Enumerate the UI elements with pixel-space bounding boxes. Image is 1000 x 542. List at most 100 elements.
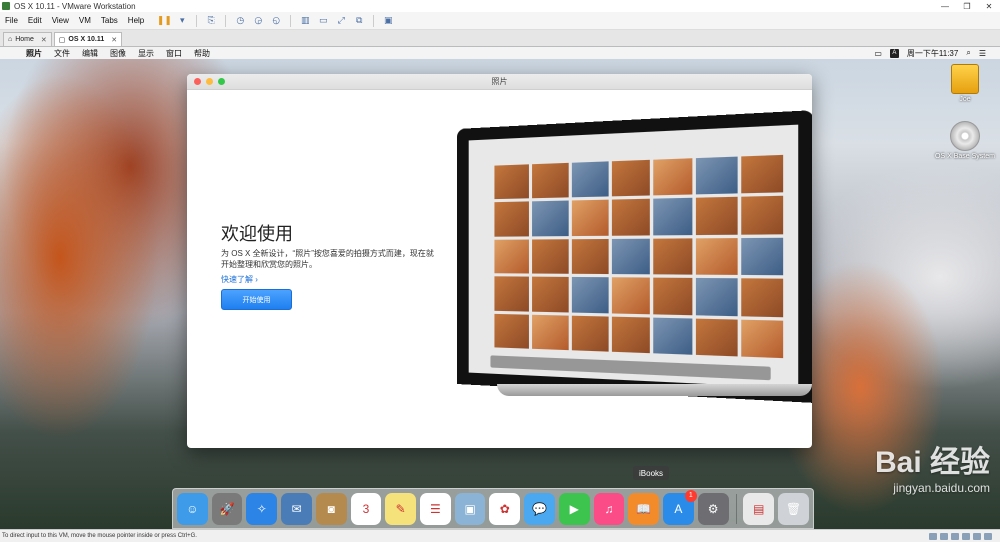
- toolbar-divider: [373, 14, 375, 27]
- desktop-icon-label: OS X Base System: [935, 153, 995, 160]
- mail-icon[interactable]: ✉: [281, 492, 312, 525]
- menubar-extras: ▭ A 周一下午11:37 ⌕ ☰: [874, 48, 1000, 59]
- snapshot-icon[interactable]: ◷: [233, 15, 247, 27]
- menu-photos[interactable]: 照片: [20, 48, 48, 59]
- macbook-screen: [457, 110, 812, 403]
- maximize-button[interactable]: ❐: [956, 2, 978, 11]
- launchpad-icon[interactable]: 🚀: [211, 492, 243, 525]
- photos-window-title: 照片: [491, 77, 508, 86]
- desktop-icon-base-system[interactable]: OS X Base System: [933, 121, 997, 160]
- app-store-icon[interactable]: A1: [663, 489, 697, 525]
- menu-image[interactable]: 图像: [104, 48, 132, 59]
- hard-drive-icon: [951, 64, 979, 94]
- dock-separator: [735, 493, 737, 524]
- menu-view[interactable]: View: [47, 16, 74, 25]
- revert-snapshot-icon[interactable]: ◶: [251, 15, 265, 27]
- menu-file[interactable]: File: [0, 16, 23, 25]
- notes-icon[interactable]: ✎: [385, 492, 417, 525]
- vm-icon: ▢: [58, 36, 66, 44]
- library-icon[interactable]: ▥: [298, 15, 312, 27]
- device-status-icons: [929, 532, 1000, 540]
- spotlight-icon[interactable]: ⌕: [966, 48, 970, 58]
- facetime-icon[interactable]: ▶: [558, 492, 590, 525]
- minimize-button[interactable]: —: [934, 2, 956, 11]
- photos-icon[interactable]: ✿: [489, 492, 521, 525]
- reminders-icon[interactable]: ☰: [420, 492, 451, 525]
- cd-icon: [950, 121, 980, 151]
- sound-status-icon[interactable]: [973, 532, 981, 540]
- system-preferences-icon[interactable]: ⚙: [697, 492, 729, 525]
- vmware-app-icon: [2, 2, 10, 10]
- display-mirroring-icon[interactable]: ▭: [874, 49, 882, 58]
- input-method-icon[interactable]: A: [889, 48, 899, 58]
- unity-icon[interactable]: ⧉: [352, 15, 366, 27]
- macbook-base: [497, 384, 812, 396]
- menu-view[interactable]: 显示: [132, 48, 160, 59]
- macbook-illustration: [457, 110, 812, 404]
- vmware-menubar: File Edit View VM Tabs Help ❚❚ ▾ ⎘ ◷ ◶ ◵…: [0, 12, 1000, 30]
- fullscreen-icon[interactable]: ⤢: [334, 15, 348, 27]
- photos-window: 照片 欢迎使用 为 OS X 全新设计，“照片”按您喜爱的拍摄方式而建，现在就开…: [187, 74, 812, 448]
- thumbnail-bar-icon[interactable]: ▣: [381, 15, 395, 27]
- hard-disk-status-icon[interactable]: [929, 532, 937, 540]
- baidu-logo: Bai 经验: [874, 446, 990, 479]
- learn-more-link[interactable]: 快速了解 ›: [221, 274, 258, 285]
- tab-home[interactable]: ⌂ Home ✕: [3, 32, 52, 46]
- ibooks-icon[interactable]: 📖: [628, 492, 660, 525]
- dock-tooltip: iBooks: [633, 466, 670, 480]
- baidu-watermark: Bai 经验 jingyan.baidu.com: [750, 437, 990, 495]
- menu-window[interactable]: 窗口: [160, 48, 188, 59]
- close-button[interactable]: ✕: [978, 2, 1000, 11]
- home-icon: ⌂: [8, 36, 13, 43]
- snapshot-manager-icon[interactable]: ◵: [269, 15, 283, 27]
- finder-icon[interactable]: ☺: [177, 492, 208, 525]
- network-status-icon[interactable]: [951, 532, 959, 540]
- photos-title-bar[interactable]: 照片: [187, 74, 812, 90]
- welcome-heading: 欢迎使用: [221, 224, 293, 244]
- menu-help[interactable]: Help: [123, 16, 149, 25]
- menu-file[interactable]: 文件: [48, 48, 76, 59]
- macos-menubar: 照片 文件 编辑 图像 显示 窗口 帮助 ▭ A 周一下午11:37 ⌕ ☰: [0, 47, 1000, 59]
- window-title: OS X 10.11 - VMware Workstation: [14, 1, 136, 11]
- calendar-icon[interactable]: 3: [350, 492, 382, 525]
- tab-os-x[interactable]: ▢ OS X 10.11 ✕: [53, 32, 123, 46]
- dock: ☺ 🚀 ✧ ✉ ◙ 3 ✎ ☰ ▣ ✿ 💬 ▶ ♫ 📖 A 1 ⚙ ▤ 🗑: [172, 488, 814, 529]
- send-ctrl-alt-del-icon[interactable]: ⎘: [204, 15, 218, 27]
- desktop-icon-joe[interactable]: Joe: [933, 64, 997, 103]
- trash-icon[interactable]: 🗑: [778, 492, 809, 525]
- contacts-icon[interactable]: ◙: [315, 492, 347, 525]
- menu-tabs[interactable]: Tabs: [96, 16, 123, 25]
- menu-edit[interactable]: Edit: [23, 16, 47, 25]
- clock[interactable]: 周一下午11:37: [907, 48, 958, 59]
- menu-edit[interactable]: 编辑: [76, 48, 104, 59]
- menu-help[interactable]: 帮助: [188, 48, 216, 59]
- guest-desktop[interactable]: 照片 文件 编辑 图像 显示 窗口 帮助 ▭ A 周一下午11:37 ⌕ ☰ J…: [0, 47, 1000, 529]
- dropdown-icon[interactable]: ▾: [175, 15, 189, 27]
- toolbar-divider: [290, 14, 292, 27]
- preview-icon[interactable]: ▣: [454, 492, 486, 525]
- tab-label: Home: [15, 36, 34, 43]
- status-text: To direct input to this VM, move the mou…: [2, 533, 197, 539]
- get-started-button[interactable]: 开始使用: [221, 289, 292, 310]
- usb-status-icon[interactable]: [962, 532, 970, 540]
- message-status-icon[interactable]: [984, 532, 992, 540]
- illustration-dock: [490, 355, 771, 381]
- messages-icon[interactable]: 💬: [524, 492, 555, 525]
- menu-vm[interactable]: VM: [74, 16, 96, 25]
- vmware-title-bar: OS X 10.11 - VMware Workstation — ❐ ✕: [0, 0, 1000, 12]
- desktop-icon-label: Joe: [959, 96, 971, 103]
- tab-label: OS X 10.11: [68, 36, 105, 43]
- itunes-icon[interactable]: ♫: [593, 492, 625, 525]
- photo-thumbnails: [494, 154, 784, 359]
- notification-center-icon[interactable]: ☰: [979, 49, 986, 58]
- toolbar-divider: [196, 14, 198, 27]
- close-tab-icon[interactable]: ✕: [111, 36, 117, 44]
- close-tab-icon[interactable]: ✕: [41, 36, 47, 44]
- downloads-stack-icon[interactable]: ▤: [743, 492, 775, 525]
- cd-status-icon[interactable]: [940, 532, 948, 540]
- console-view-icon[interactable]: ▭: [316, 15, 330, 27]
- vmware-toolbar: ❚❚ ▾ ⎘ ◷ ◶ ◵ ▥ ▭ ⤢ ⧉ ▣: [155, 14, 397, 27]
- safari-icon[interactable]: ✧: [246, 492, 278, 525]
- pause-icon[interactable]: ❚❚: [157, 15, 172, 27]
- welcome-description: 为 OS X 全新设计，“照片”按您喜爱的拍摄方式而建，现在就开始整理和欣赏您的…: [221, 249, 434, 269]
